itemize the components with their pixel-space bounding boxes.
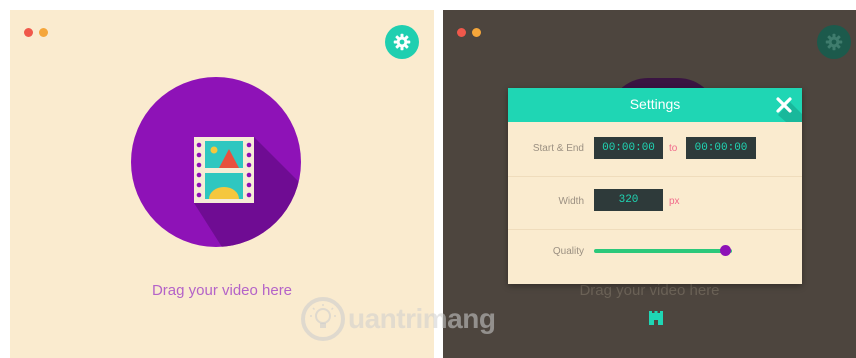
start-end-label: Start & End <box>532 143 584 154</box>
settings-button[interactable] <box>817 25 851 59</box>
settings-modal: Settings Start & End to Width px Quality <box>508 88 802 284</box>
dimmed-drop-zone-label: Drag your video here <box>579 282 720 299</box>
watermark: uantrimang <box>300 296 496 342</box>
close-window-dot[interactable] <box>457 28 466 37</box>
start-end-row: Start & End to <box>508 122 802 177</box>
to-separator: to <box>669 143 678 154</box>
quality-row: Quality <box>508 230 802 278</box>
width-row: Width px <box>508 177 802 230</box>
watermark-text: uantrimang <box>348 303 496 334</box>
quality-label: Quality <box>552 246 584 257</box>
gear-icon <box>825 33 843 51</box>
gear-icon <box>393 33 411 51</box>
close-modal-button[interactable] <box>774 95 794 115</box>
lightbulb-logo-icon <box>301 297 345 341</box>
start-time-input[interactable] <box>594 137 663 159</box>
quality-slider-handle[interactable] <box>719 245 731 256</box>
quality-slider-track[interactable] <box>594 249 732 253</box>
film-strip-icon <box>194 137 301 247</box>
video-drop-zone[interactable] <box>131 77 301 247</box>
width-label: Width <box>558 196 584 207</box>
close-window-dot[interactable] <box>24 28 33 37</box>
settings-modal-title: Settings <box>629 96 681 112</box>
castle-icon <box>649 311 663 325</box>
close-icon <box>776 97 792 113</box>
end-time-input[interactable] <box>686 137 756 159</box>
right-app-window: Drag your video here Settings Start & En… <box>443 10 856 358</box>
width-unit: px <box>669 196 680 207</box>
settings-modal-header: Settings <box>508 88 802 122</box>
width-input[interactable] <box>594 189 663 211</box>
minimize-window-dot[interactable] <box>39 28 48 37</box>
minimize-window-dot[interactable] <box>472 28 481 37</box>
settings-button[interactable] <box>385 25 419 59</box>
